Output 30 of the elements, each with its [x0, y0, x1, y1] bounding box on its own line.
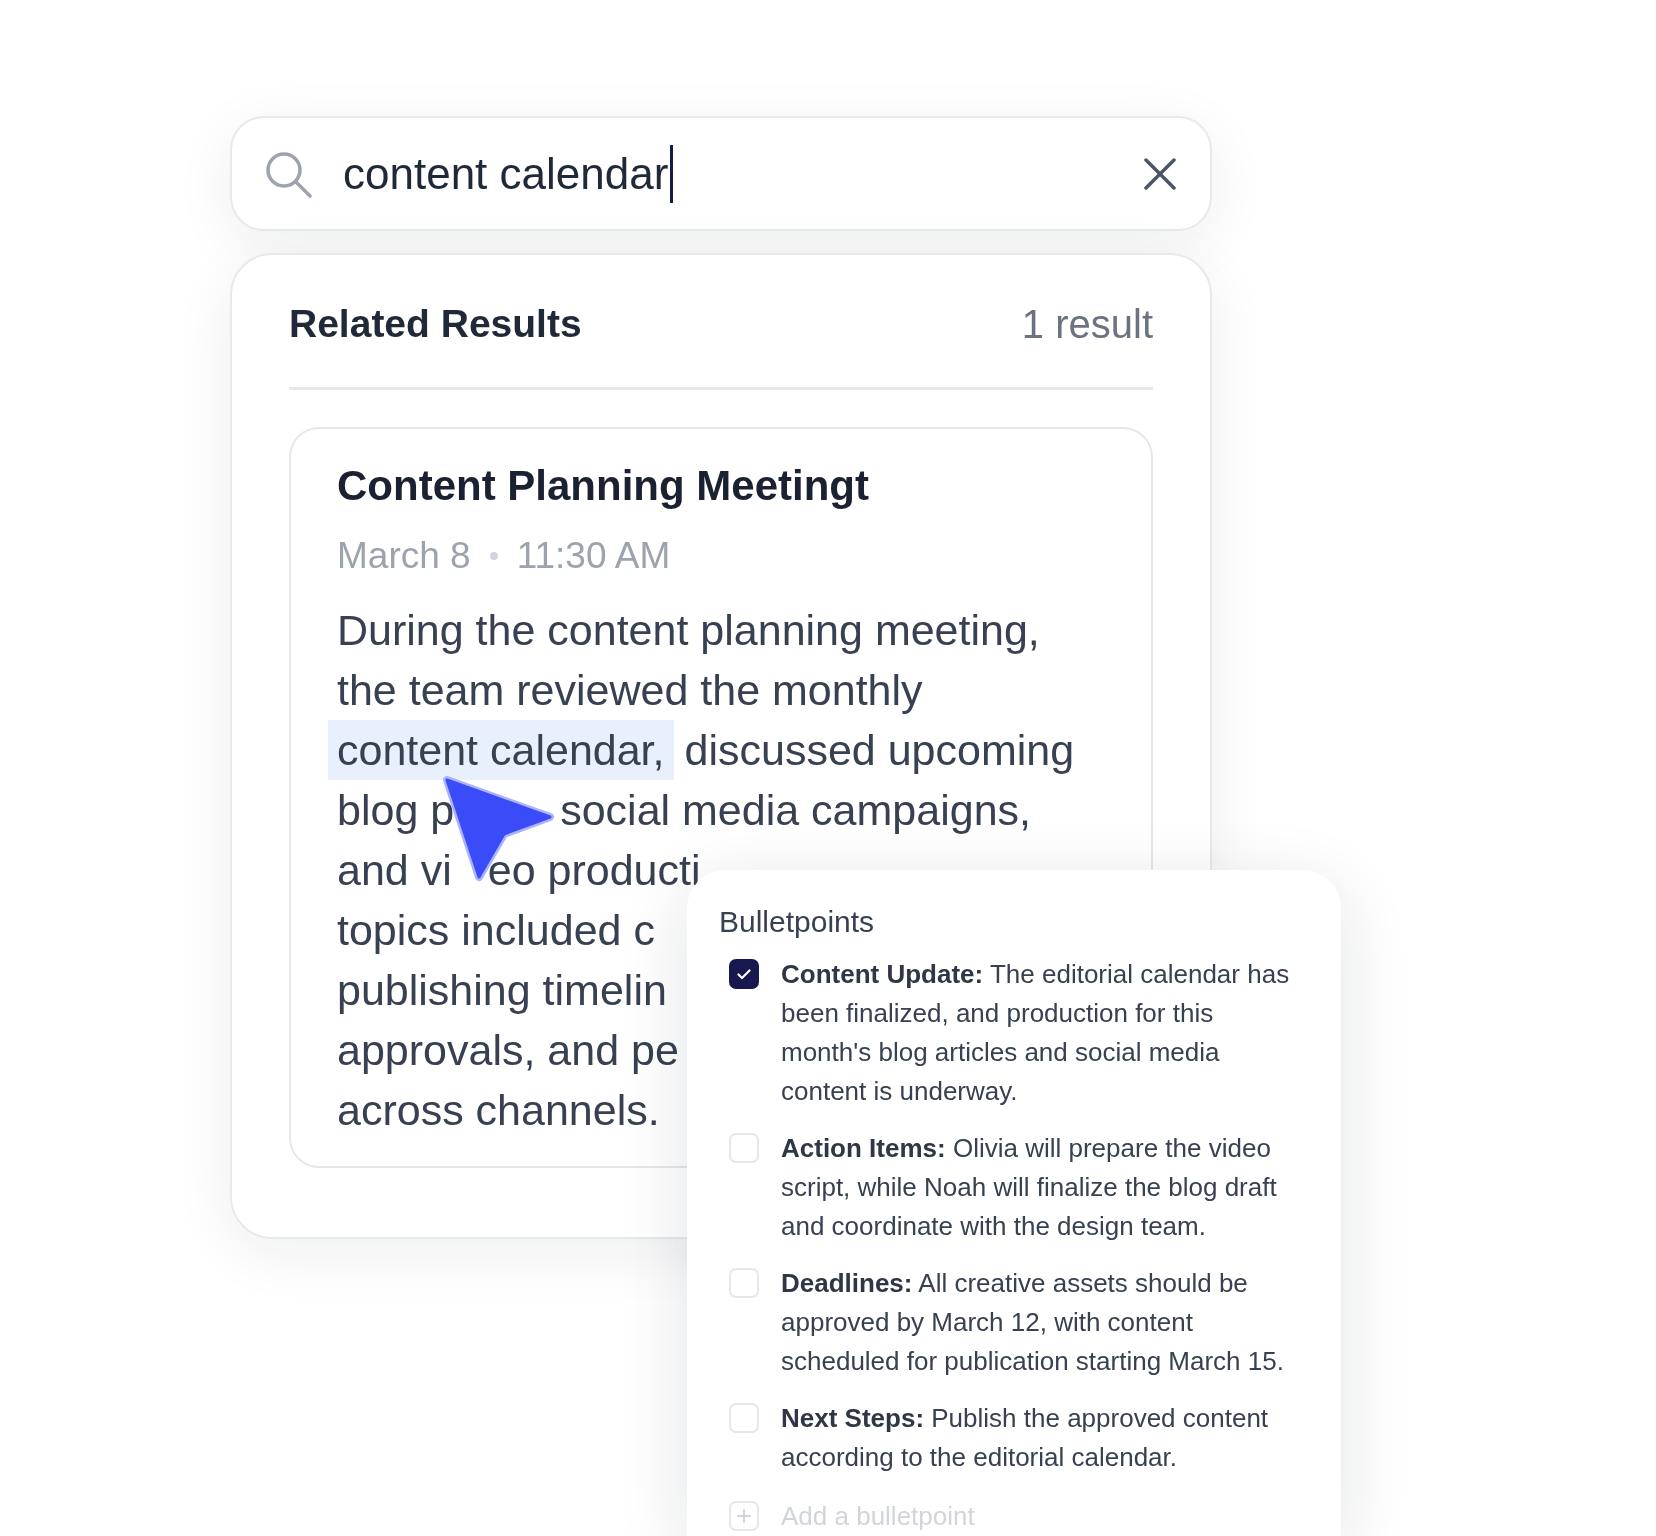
bulletpoint-text: Content Update: The editorial calendar has been finalized, and production for this month's blog articles and social media content is underway. [781, 958, 1291, 1108]
panel-title: Bulletpoints [719, 904, 876, 940]
body-text: publishing timelin [337, 965, 667, 1016]
bulletpoint-text: Action Items: Olivia will prepare the video script, while Noah will finalize the blog draft and coordinate with the design team. [781, 1132, 1278, 1243]
checkbox[interactable] [729, 959, 759, 989]
body-text: eo producti [487, 845, 701, 896]
result-time: 11:30 AM [516, 534, 671, 578]
search-icon [264, 149, 312, 198]
check-icon [737, 968, 751, 980]
body-text: topics included c [337, 905, 655, 956]
body-text: the team reviewed the monthly [337, 665, 923, 716]
bulletpoint-text: Deadlines: All creative assets should be approved by March 12, with content scheduled for publication starting March 15. [781, 1267, 1285, 1378]
close-icon[interactable] [1144, 157, 1176, 190]
body-text: discussed upcoming [684, 725, 1075, 776]
body-text: and vi [337, 845, 452, 896]
body-text: across channels. [337, 1085, 660, 1136]
result-title: Content Planning Meetingt [337, 461, 870, 511]
results-heading: Related Results [289, 301, 582, 347]
highlighted-match: content calendar, [328, 720, 674, 780]
body-text: During the content planning meeting, [337, 605, 1040, 656]
search-field[interactable]: content calendar [230, 116, 1212, 231]
result-date: March 8 [337, 534, 471, 578]
result-count: 1 result [1021, 301, 1153, 348]
body-text: approvals, and pe [337, 1025, 679, 1076]
body-text: blog p [337, 785, 455, 836]
search-query: content calendar [343, 147, 669, 200]
body-text: social media campaigns, [560, 785, 1031, 836]
separator-dot-icon [489, 552, 498, 560]
bulletpoint-text: Next Steps: Publish the approved content according to the editorial calendar. [781, 1402, 1270, 1474]
plus-icon [729, 1501, 759, 1531]
